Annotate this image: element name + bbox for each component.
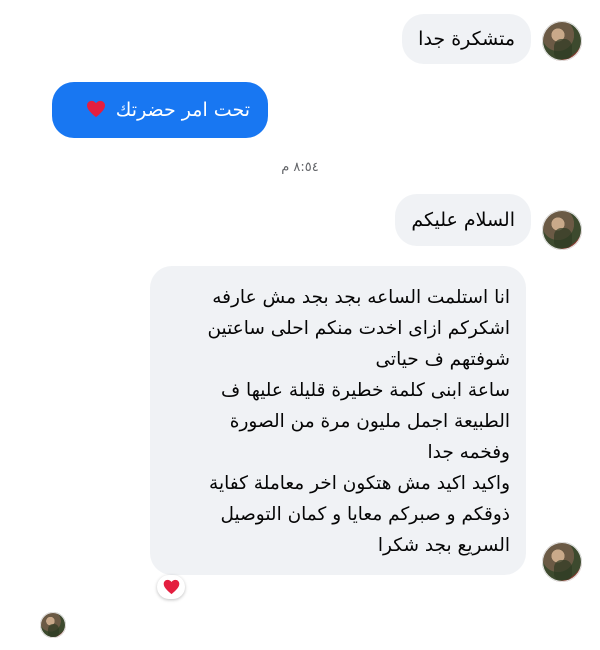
heart-emoji	[86, 99, 106, 125]
message-line: واكيد اكيد مش هتكون اخر معاملة كفاية	[209, 473, 510, 494]
heart-icon	[86, 100, 105, 118]
message-line: ذوقكم و صبركم معايا و كمان التوصيل	[220, 504, 510, 525]
heart-icon	[163, 579, 179, 595]
message-line: اشكركم ازاى اخدت منكم احلى ساعتين	[207, 318, 510, 339]
message-line: الطبيعة اجمل مليون مرة من الصورة	[229, 411, 510, 432]
message-bubble-outgoing[interactable]: تحت امر حضرتك	[52, 82, 268, 138]
message-line: ساعة ابنى كلمة خطيرة قليلة عليها ف	[221, 380, 510, 401]
message-line: انا استلمت الساعه بجد بجد مش عارفه	[212, 287, 510, 308]
message-bubble-incoming[interactable]: انا استلمت الساعه بجد بجد مش عارفه اشكرك…	[150, 266, 526, 575]
contact-avatar[interactable]	[542, 542, 582, 582]
contact-avatar[interactable]	[542, 210, 582, 250]
seen-avatar	[40, 612, 66, 638]
message-bubble-incoming[interactable]: السلام عليكم	[395, 194, 531, 246]
message-reaction[interactable]	[157, 575, 185, 599]
contact-avatar[interactable]	[542, 21, 582, 61]
message-text: السلام عليكم	[411, 209, 515, 231]
message-bubble-incoming[interactable]: متشكرة جدا	[402, 14, 531, 64]
message-line: وفخمه جدا	[427, 442, 510, 463]
message-text: تحت امر حضرتك	[115, 99, 250, 121]
message-line: شوفتهم ف حياتى	[375, 349, 511, 370]
message-timestamp: ٨:٥٤ م	[281, 160, 319, 175]
message-line: السريع بجد شكرا	[377, 535, 510, 556]
message-text: متشكرة جدا	[418, 28, 515, 50]
